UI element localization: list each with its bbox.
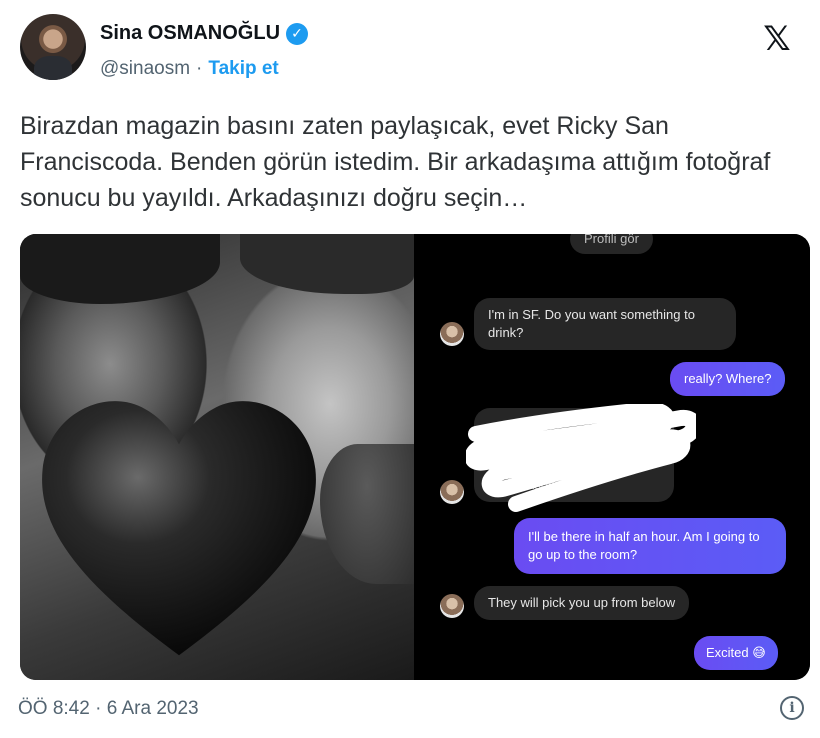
photo-detail (240, 234, 414, 294)
follow-button[interactable]: Takip et (208, 58, 278, 80)
sender-avatar (440, 480, 464, 504)
verified-badge-icon: ✓ (286, 22, 309, 45)
x-logo-icon[interactable]: 𝕏 (760, 22, 794, 56)
chat-bubble-outgoing: I'll be there in half an hour. Am I goin… (514, 518, 786, 574)
sender-avatar (440, 322, 464, 346)
dm-screenshot: Profili gör I'm in SF. Do you want somet… (416, 234, 810, 680)
author-handle-row: @sinaosm · Takip et (100, 58, 279, 80)
redaction-scribble (466, 404, 696, 512)
tweet-timestamp[interactable]: ÖÖ 8:42 · 6 Ara 2023 (18, 698, 199, 720)
chat-bubble-outgoing: Excited 😅 (694, 636, 778, 670)
photo-detail (320, 444, 414, 584)
separator-dot: · (196, 58, 203, 79)
author-avatar[interactable] (20, 14, 86, 80)
black-heart-overlay-icon (42, 401, 316, 656)
chat-bubble-fragment: Profili gör (570, 234, 653, 254)
photo-detail (20, 234, 220, 304)
tweet-media[interactable]: Profili gör I'm in SF. Do you want somet… (20, 234, 810, 680)
author-name-row: Sina OSMANOĞLU ✓ (100, 22, 309, 45)
selfie-photo[interactable] (20, 234, 414, 680)
chat-bubble-incoming: They will pick you up from below (474, 586, 690, 620)
sender-avatar (440, 594, 464, 618)
tweet-header: Sina OSMANOĞLU ✓ @sinaosm · Takip et 𝕏 (20, 12, 800, 92)
chat-bubble-outgoing: really? Where? (670, 362, 786, 396)
author-name[interactable]: Sina OSMANOĞLU (100, 22, 280, 45)
tweet-text: Birazdan magazin basını zaten paylaşıcak… (20, 112, 771, 212)
info-icon[interactable]: i (780, 696, 804, 720)
author-handle[interactable]: @sinaosm (100, 58, 190, 80)
chat-bubble-incoming: I'm in SF. Do you want something to drin… (474, 298, 736, 350)
